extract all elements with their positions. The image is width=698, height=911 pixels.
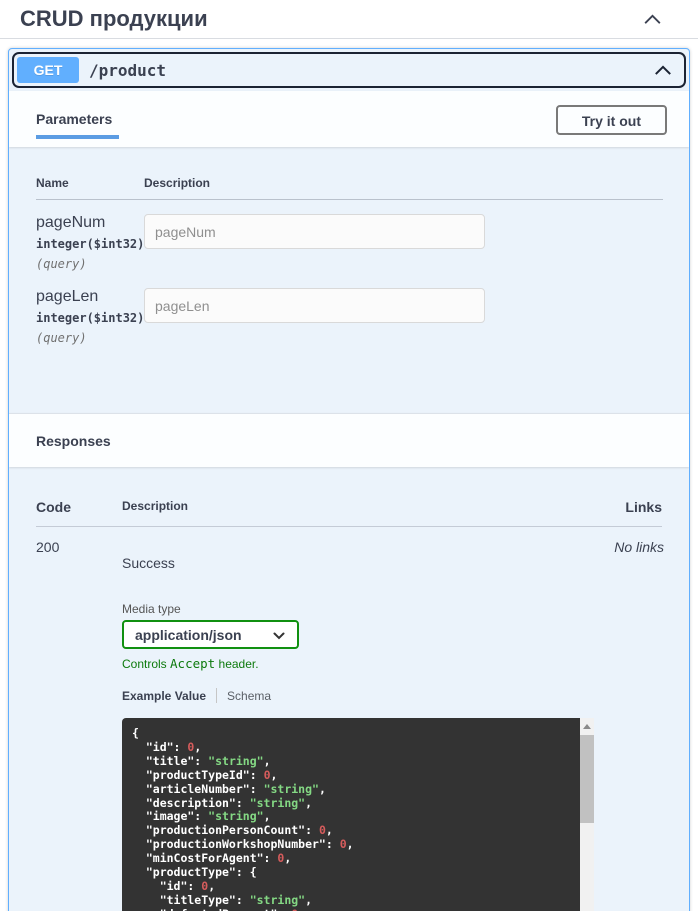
pagenum-input[interactable] (144, 214, 485, 249)
parameter-type: integer($int32) (36, 311, 144, 325)
media-type-selected-value: application/json (135, 627, 242, 643)
parameter-row-pagelen: pageLen integer($int32) (query) (36, 288, 663, 345)
parameters-section-header: Parameters Try it out (9, 91, 689, 147)
try-it-out-button[interactable]: Try it out (556, 105, 667, 135)
parameter-name: pageLen (36, 288, 144, 306)
parameter-row-pagenum: pageNum integer($int32) (query) (36, 214, 663, 271)
responses-body: Code Description Links 200 Success Media… (9, 467, 689, 911)
media-type-label: Media type (122, 602, 594, 616)
chevron-down-icon (273, 627, 285, 643)
param-description-column-header: Description (144, 176, 663, 190)
operation-summary[interactable]: GET /product (12, 52, 686, 88)
method-badge-get: GET (17, 57, 79, 83)
scrollbar-thumb[interactable] (580, 735, 594, 823)
example-json-code: { "id": 0, "title": "string", "productTy… (122, 718, 580, 911)
scrollbar-up-button[interactable] (580, 718, 594, 735)
responses-title: Responses (36, 433, 111, 449)
table-divider (36, 526, 662, 527)
pagelen-input[interactable] (144, 288, 485, 323)
model-example-tabs: Example Value Schema (122, 688, 594, 703)
response-description-column-header: Description (122, 499, 592, 513)
parameters-body: Name Description pageNum integer($int32)… (9, 147, 689, 413)
accept-header-note: Controls Accept header. (122, 656, 594, 671)
tag-title: CRUD продукции (20, 6, 208, 32)
collapse-operation-chevron-up-icon[interactable] (654, 65, 672, 76)
response-links-value: No links (614, 539, 664, 555)
response-links-column-header: Links (625, 499, 662, 515)
collapse-section-chevron-up-icon[interactable] (643, 14, 662, 25)
operation-path: /product (89, 61, 166, 80)
response-code-column-header: Code (36, 499, 122, 515)
param-name-column-header: Name (36, 176, 144, 190)
parameter-location: (query) (36, 257, 144, 271)
code-scrollbar[interactable] (580, 718, 594, 911)
swagger-page: CRUD продукции GET /product Parameters T… (0, 0, 698, 911)
response-status-code: 200 (36, 539, 122, 555)
response-row-200: 200 Success Media type application/json … (36, 539, 662, 911)
media-type-block: Media type application/json Controls Acc… (122, 602, 594, 671)
parameter-location: (query) (36, 331, 144, 345)
media-type-select[interactable]: application/json (122, 620, 299, 649)
tab-parameters[interactable]: Parameters (36, 111, 119, 139)
example-value-block: { "id": 0, "title": "string", "productTy… (122, 718, 594, 911)
tab-separator (216, 688, 217, 703)
tag-section-header[interactable]: CRUD продукции (0, 0, 698, 39)
tab-example-value[interactable]: Example Value (122, 689, 206, 703)
opblock-get-product: GET /product Parameters Try it out Name … (8, 48, 690, 911)
parameter-name: pageNum (36, 214, 144, 232)
parameter-type: integer($int32) (36, 237, 144, 251)
table-divider (36, 199, 663, 200)
response-description: Success (122, 555, 594, 571)
tab-schema[interactable]: Schema (227, 689, 271, 703)
scroll-up-arrow-icon (583, 724, 591, 729)
accept-code: Accept (170, 656, 215, 671)
responses-section-header: Responses (9, 413, 689, 467)
